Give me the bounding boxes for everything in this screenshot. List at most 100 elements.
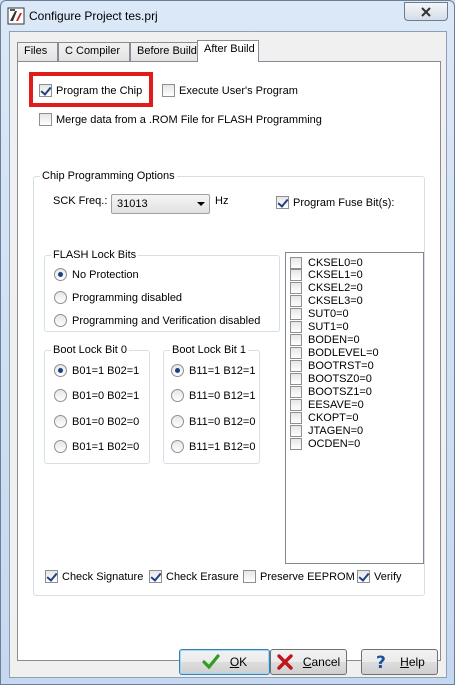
execute-user-program-checkbox[interactable]: Execute User's Program: [162, 84, 298, 97]
checkbox-box[interactable]: [290, 437, 302, 450]
checkbox-box[interactable]: [162, 84, 175, 97]
checkbox-box[interactable]: [290, 411, 302, 424]
fuse-bit-checkbox[interactable]: BOOTSZ1=0: [290, 386, 372, 399]
checkbox-box[interactable]: [290, 360, 302, 373]
fuse-bit-label: BOOTRST=0: [308, 360, 374, 373]
checkbox-box[interactable]: [290, 386, 302, 398]
dialog-client: Files C Compiler Before Build After Buil…: [9, 31, 447, 678]
fuse-bits-list[interactable]: CKSEL0=0 CKSEL1=0 CKSEL2=0 CKSEL3=0 SUT0=0 SU…: [285, 252, 424, 564]
flash-prog-verif-disabled-radio[interactable]: Programming and Verification disabled: [54, 314, 260, 327]
checkbox-box[interactable]: [290, 308, 302, 321]
sck-freq-select[interactable]: 31013: [111, 194, 210, 214]
fuse-bit-label: BOOTSZ0=0: [308, 373, 372, 386]
fuse-bit-label: BOOTSZ1=0: [308, 386, 372, 398]
tab-files[interactable]: Files: [17, 42, 58, 61]
fuse-bit-checkbox[interactable]: JTAGEN=0: [290, 424, 363, 437]
annotation-highlight-box: [29, 72, 153, 107]
radio-circle[interactable]: [171, 364, 184, 377]
boot0-option-2-radio[interactable]: B01=0 B02=1: [54, 389, 139, 402]
close-icon: [421, 7, 431, 17]
fuse-bit-label: BODLEVEL=0: [308, 347, 379, 360]
boot1-option-4-radio[interactable]: B11=1 B12=0: [171, 440, 255, 453]
fuse-bit-label: JTAGEN=0: [308, 424, 364, 437]
radio-circle[interactable]: [54, 389, 67, 402]
checkbox-box[interactable]: [290, 321, 302, 334]
radio-circle[interactable]: [54, 415, 67, 428]
flash-no-protection-radio[interactable]: No Protection: [54, 268, 139, 281]
fuse-bit-label: SUT1=0: [308, 321, 349, 334]
program-fuse-bits-checkbox[interactable]: Program Fuse Bit(s):: [276, 196, 394, 209]
boot1-option-2-radio[interactable]: B11=0 B12=1: [171, 389, 255, 402]
checkbox-box[interactable]: [290, 256, 302, 269]
fuse-bit-checkbox[interactable]: BODLEVEL=0: [290, 347, 379, 360]
check-icon: [202, 654, 220, 670]
radio-circle[interactable]: [171, 415, 184, 428]
checkbox-box[interactable]: [149, 570, 162, 583]
dialog-window: Configure Project tes.prj Files C Compil…: [0, 0, 455, 685]
boot1-option-1-radio[interactable]: B11=1 B12=1: [171, 364, 255, 377]
fuse-bit-checkbox[interactable]: SUT1=0: [290, 321, 349, 334]
checkbox-box[interactable]: [357, 570, 370, 583]
group-title: FLASH Lock Bits: [51, 249, 139, 261]
fuse-bit-label: CKOPT=0: [308, 411, 359, 424]
checkbox-box[interactable]: [290, 282, 302, 295]
check-erasure-checkbox[interactable]: Check Erasure: [149, 570, 239, 583]
checkbox-box[interactable]: [290, 334, 302, 347]
check-signature-checkbox[interactable]: Check Signature: [45, 570, 143, 583]
checkbox-box[interactable]: [290, 373, 302, 386]
fuse-bit-checkbox[interactable]: BOOTRST=0: [290, 360, 374, 373]
fuse-bit-label: CKSEL1=0: [308, 269, 363, 282]
fuse-bit-checkbox[interactable]: CKOPT=0: [290, 411, 358, 424]
boot1-option-3-radio[interactable]: B11=0 B12=0: [171, 415, 255, 428]
checkbox-box[interactable]: [45, 570, 58, 583]
ok-button[interactable]: OK: [179, 649, 270, 675]
radio-circle[interactable]: [54, 291, 67, 304]
verify-checkbox[interactable]: Verify: [357, 570, 402, 583]
fuse-bit-checkbox[interactable]: EESAVE=0: [290, 398, 364, 411]
boot0-option-4-radio[interactable]: B01=1 B02=0: [54, 440, 139, 453]
fuse-bit-checkbox[interactable]: SUT0=0: [290, 308, 349, 321]
radio-circle[interactable]: [171, 440, 184, 453]
fuse-bit-checkbox[interactable]: OCDEN=0: [290, 437, 360, 450]
sck-unit-label: Hz: [215, 195, 229, 207]
tab-after-build[interactable]: After Build: [197, 40, 259, 62]
radio-circle[interactable]: [54, 268, 67, 281]
radio-circle[interactable]: [171, 389, 184, 402]
merge-rom-checkbox[interactable]: Merge data from a .ROM File for FLASH Pr…: [39, 113, 322, 126]
flash-programming-disabled-radio[interactable]: Programming disabled: [54, 291, 182, 304]
fuse-bit-checkbox[interactable]: CKSEL3=0: [290, 295, 363, 308]
fuse-bit-label: OCDEN=0: [308, 437, 361, 450]
fuse-bit-checkbox[interactable]: CKSEL2=0: [290, 282, 363, 295]
checkbox-box[interactable]: [290, 269, 302, 282]
checkbox-box[interactable]: [290, 424, 302, 437]
preserve-eeprom-checkbox[interactable]: Preserve EEPROM: [243, 570, 355, 583]
sck-freq-label: SCK Freq.:: [53, 195, 108, 207]
close-button[interactable]: [404, 2, 448, 21]
fuse-bit-checkbox[interactable]: BODEN=0: [290, 334, 360, 347]
radio-circle[interactable]: [54, 314, 67, 327]
chevron-down-icon: [197, 202, 205, 206]
checkbox-box[interactable]: [243, 570, 256, 583]
fuse-bit-label: SUT0=0: [308, 308, 349, 321]
tab-before-build[interactable]: Before Build: [130, 42, 198, 61]
checkbox-box[interactable]: [39, 113, 52, 126]
fuse-bit-label: CKSEL2=0: [308, 282, 363, 295]
fuse-bit-checkbox[interactable]: CKSEL1=0: [290, 269, 363, 282]
boot0-option-3-radio[interactable]: B01=0 B02=0: [54, 415, 139, 428]
radio-circle[interactable]: [54, 364, 67, 377]
checkbox-box[interactable]: [290, 295, 302, 308]
fuse-bit-checkbox[interactable]: BOOTSZ0=0: [290, 373, 372, 386]
fuse-bit-checkbox[interactable]: CKSEL0=0: [290, 256, 363, 269]
checkbox-box[interactable]: [290, 347, 302, 360]
checkbox-box[interactable]: [276, 196, 289, 209]
cancel-button[interactable]: Cancel: [270, 649, 347, 675]
fuse-bit-label: CKSEL3=0: [308, 295, 363, 308]
title-bar[interactable]: Configure Project tes.prj: [1, 1, 454, 31]
radio-circle[interactable]: [54, 440, 67, 453]
boot0-option-1-radio[interactable]: B01=1 B02=1: [54, 364, 139, 377]
svg-text:?: ?: [376, 653, 386, 671]
checkbox-box[interactable]: [290, 398, 302, 411]
tab-c-compiler[interactable]: C Compiler: [58, 42, 130, 61]
help-button[interactable]: ? Help: [361, 649, 438, 675]
cancel-x-icon: [277, 654, 293, 670]
